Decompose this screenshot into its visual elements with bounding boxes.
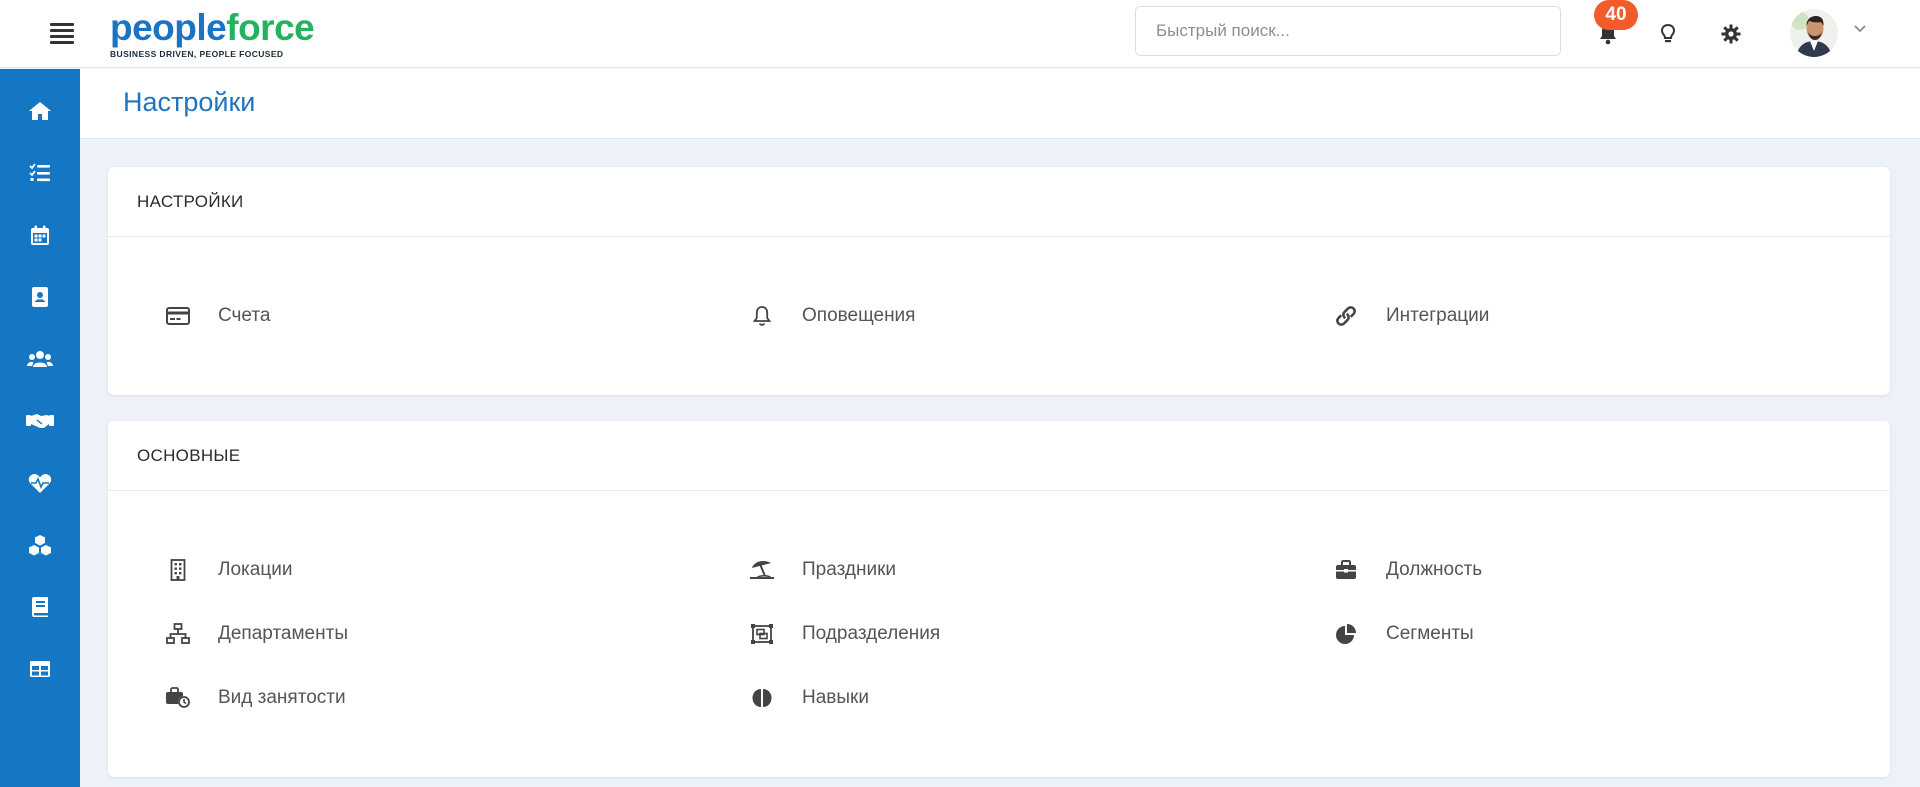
users-icon	[27, 351, 53, 367]
section-title: ОСНОВНЫЕ	[137, 445, 241, 465]
link-icon	[1333, 304, 1359, 328]
settings-link-employment-type[interactable]: Вид занятости	[165, 686, 346, 710]
settings-link-segments[interactable]: Сегменты	[1333, 622, 1474, 646]
lightbulb-icon[interactable]	[1654, 20, 1682, 48]
basic-section-card: ОСНОВНЫЕ Локации Праздники Должность Деп…	[108, 421, 1890, 777]
calendar-icon	[31, 225, 49, 245]
section-title: НАСТРОЙКИ	[137, 191, 244, 211]
link-label: Вид занятости	[218, 687, 346, 708]
logo-force: force	[226, 7, 315, 48]
sidebar-item-reports[interactable]	[0, 638, 80, 700]
sidebar-item-tasks[interactable]	[0, 142, 80, 204]
umbrella-beach-icon	[749, 558, 775, 582]
sidebar-item-calendar[interactable]	[0, 204, 80, 266]
cubes-icon	[29, 535, 51, 556]
heartbeat-icon	[28, 473, 52, 493]
settings-link-locations[interactable]: Локации	[165, 558, 292, 582]
sidebar-item-knowledge[interactable]	[0, 576, 80, 638]
briefcase-clock-icon	[165, 686, 191, 710]
sidebar	[0, 69, 80, 787]
settings-link-divisions[interactable]: Подразделения	[749, 622, 940, 646]
handshake-icon	[26, 414, 54, 428]
link-label: Навыки	[802, 687, 869, 708]
building-icon	[165, 558, 191, 582]
settings-section-card: НАСТРОЙКИ Счета Оповещения Интеграции	[108, 167, 1890, 395]
sidebar-item-people[interactable]	[0, 328, 80, 390]
brain-icon	[749, 686, 775, 710]
menu-toggle-icon[interactable]	[50, 23, 74, 44]
sitemap-icon	[165, 622, 191, 646]
object-group-icon	[749, 622, 775, 646]
settings-link-accounts[interactable]: Счета	[165, 304, 270, 328]
briefcase-icon	[1333, 558, 1359, 582]
table-icon	[30, 661, 50, 677]
chevron-down-icon[interactable]	[1852, 20, 1868, 36]
settings-link-departments[interactable]: Департаменты	[165, 622, 348, 646]
settings-link-notifications[interactable]: Оповещения	[749, 304, 915, 328]
link-label: Интеграции	[1386, 305, 1490, 326]
user-avatar[interactable]	[1790, 9, 1838, 57]
bell-icon	[749, 304, 775, 328]
sidebar-item-recruiting[interactable]	[0, 390, 80, 452]
logo-wordmark: peopleforce	[110, 7, 315, 48]
sidebar-item-wellbeing[interactable]	[0, 452, 80, 514]
section-header: ОСНОВНЫЕ	[108, 421, 1890, 491]
link-label: Департаменты	[218, 623, 348, 644]
link-label: Оповещения	[802, 305, 916, 326]
link-label: Сегменты	[1386, 623, 1474, 644]
link-label: Праздники	[802, 559, 896, 580]
notifications-count-badge[interactable]: 40	[1594, 0, 1638, 30]
settings-link-job-titles[interactable]: Должность	[1333, 558, 1482, 582]
page-title: Настройки	[123, 87, 256, 117]
sidebar-item-home[interactable]	[0, 80, 80, 142]
home-icon	[29, 102, 51, 120]
brand-logo[interactable]: peopleforce BUSINESS DRIVEN, PEOPLE FOCU…	[110, 7, 315, 60]
section-header: НАСТРОЙКИ	[108, 167, 1890, 237]
link-label: Подразделения	[802, 623, 941, 644]
sidebar-item-directory[interactable]	[0, 266, 80, 328]
quick-search-input[interactable]	[1135, 6, 1561, 56]
settings-link-skills[interactable]: Навыки	[749, 686, 869, 710]
logo-tagline: BUSINESS DRIVEN, PEOPLE FOCUSED	[110, 49, 284, 59]
pie-chart-icon	[1333, 622, 1359, 646]
tasks-icon	[29, 163, 50, 182]
contact-card-icon	[32, 287, 48, 307]
link-label: Локации	[218, 559, 293, 580]
book-icon	[32, 597, 48, 617]
link-label: Должность	[1386, 559, 1483, 580]
sidebar-item-assets[interactable]	[0, 514, 80, 576]
credit-card-icon	[165, 304, 191, 328]
settings-gear-icon[interactable]	[1717, 20, 1745, 48]
settings-link-holidays[interactable]: Праздники	[749, 558, 896, 582]
link-label: Счета	[218, 305, 271, 326]
logo-people: people	[110, 7, 227, 48]
settings-link-integrations[interactable]: Интеграции	[1333, 304, 1489, 328]
top-bar: peopleforce BUSINESS DRIVEN, PEOPLE FOCU…	[0, 0, 1920, 68]
page-header: Настройки	[80, 69, 1920, 139]
